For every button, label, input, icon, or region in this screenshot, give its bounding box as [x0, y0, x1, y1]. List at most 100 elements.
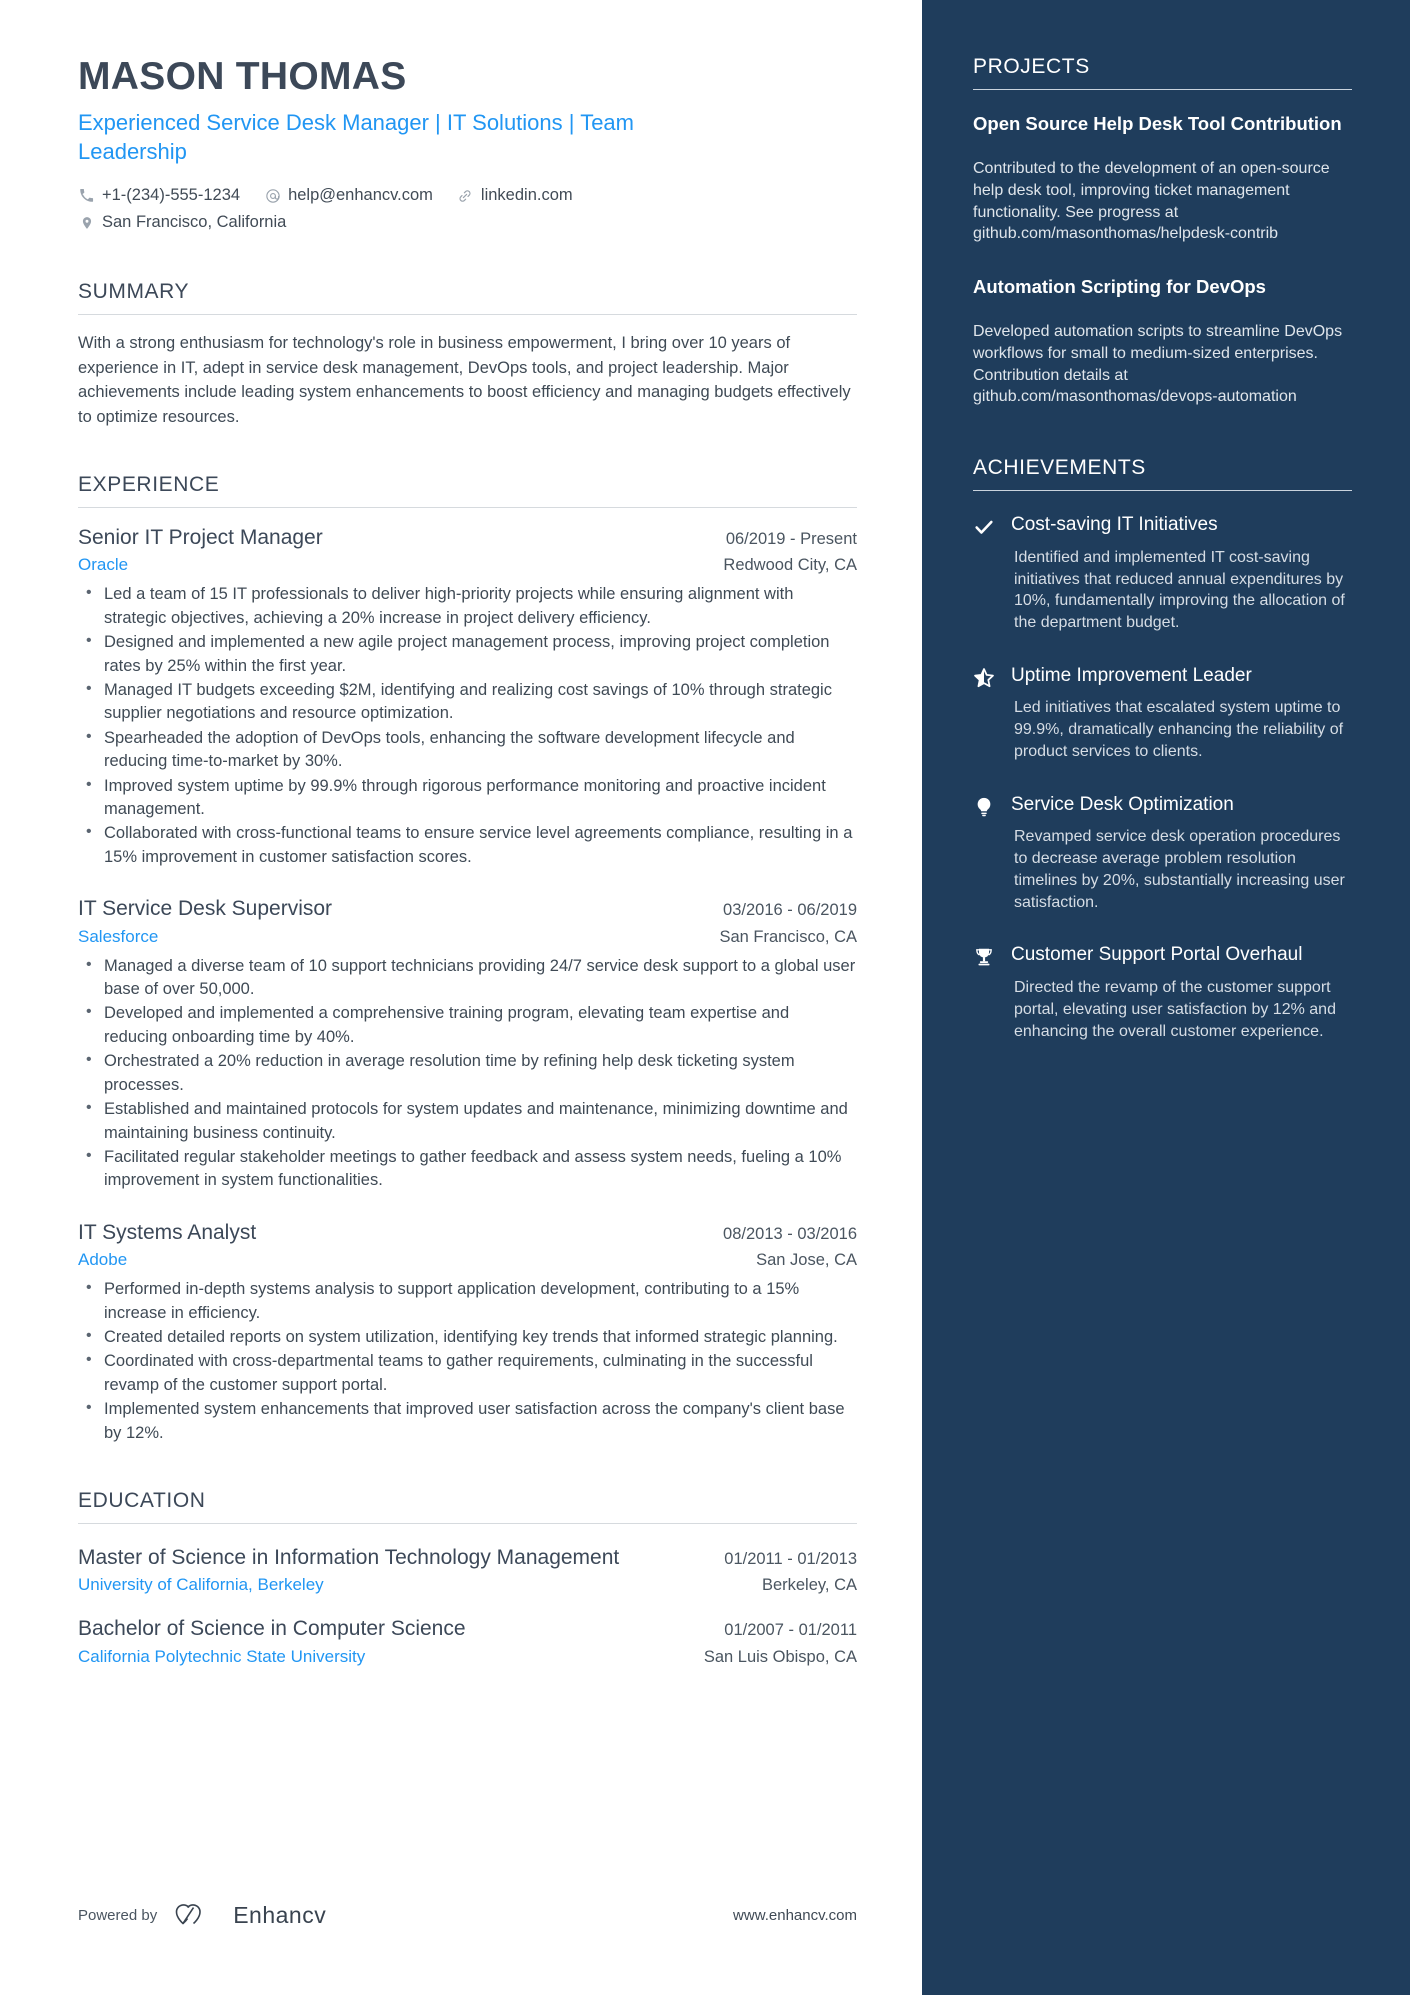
education-entry-subheader: University of California, Berkeley Berke…	[78, 1575, 857, 1595]
job-bullet-list: Performed in-depth systems analysis to s…	[78, 1277, 857, 1445]
phone-icon	[78, 187, 95, 204]
achievement-item: Cost-saving IT Initiatives Identified an…	[973, 513, 1352, 634]
achievement-description: Directed the revamp of the customer supp…	[1014, 979, 1336, 1040]
job-bullet: Performed in-depth systems analysis to s…	[78, 1277, 857, 1325]
professional-headline: Experienced Service Desk Manager | IT So…	[78, 109, 634, 164]
half-star-icon	[973, 664, 1011, 763]
job-bullet: Designed and implemented a new agile pro…	[78, 630, 857, 678]
powered-by-label: Powered by	[78, 1907, 158, 1924]
footer-website[interactable]: www.enhancv.com	[733, 1907, 857, 1924]
experience-section: EXPERIENCE Senior IT Project Manager 06/…	[78, 473, 857, 1445]
experience-entry-header: Senior IT Project Manager 06/2019 - Pres…	[78, 524, 857, 551]
education-section-title: EDUCATION	[78, 1489, 206, 1513]
experience-entry: IT Service Desk Supervisor 03/2016 - 06/…	[78, 895, 857, 1193]
experience-divider	[78, 506, 857, 508]
main-column: MASON THOMAS Experienced Service Desk Ma…	[0, 0, 915, 1995]
job-dates: 08/2013 - 03/2016	[723, 1224, 857, 1243]
experience-entry-subheader: Adobe San Jose, CA	[78, 1250, 857, 1270]
experience-entry: Senior IT Project Manager 06/2019 - Pres…	[78, 524, 857, 869]
contact-email-text: help@enhancv.com	[288, 185, 433, 204]
job-title: IT Systems Analyst	[78, 1220, 257, 1244]
achievements-divider	[973, 490, 1352, 492]
achievement-body: Service Desk Optimization Revamped servi…	[1011, 793, 1352, 914]
location-pin-icon	[78, 214, 95, 231]
project-description: Developed automation scripts to streamli…	[973, 323, 1343, 406]
job-bullet-list: Led a team of 15 IT professionals to del…	[78, 582, 857, 869]
school-location: San Luis Obispo, CA	[703, 1647, 857, 1666]
job-bullet: Developed and implemented a comprehensiv…	[78, 1001, 857, 1049]
summary-divider	[78, 314, 857, 316]
education-entry-subheader: California Polytechnic State University …	[78, 1647, 857, 1667]
summary-section: SUMMARY With a strong enthusiasm for tec…	[78, 280, 857, 429]
school-location: Berkeley, CA	[761, 1576, 857, 1595]
degree-title: Master of Science in Information Technol…	[78, 1546, 620, 1570]
school-name[interactable]: California Polytechnic State University	[78, 1647, 686, 1667]
achievement-body: Uptime Improvement Leader Led initiative…	[1011, 664, 1352, 763]
achievement-title: Service Desk Optimization	[1011, 793, 1234, 815]
job-bullet: Established and maintained protocols for…	[78, 1097, 857, 1145]
page-title: MASON THOMAS	[78, 55, 407, 98]
achievement-title: Cost-saving IT Initiatives	[1011, 514, 1218, 536]
job-bullet-list: Managed a diverse team of 10 support tec…	[78, 954, 857, 1193]
contact-linkedin[interactable]: linkedin.com	[457, 182, 573, 209]
company-name[interactable]: Oracle	[78, 555, 705, 575]
lightbulb-icon	[973, 793, 1011, 914]
achievements-section-title: ACHIEVEMENTS	[973, 456, 1146, 480]
experience-entry-header: IT Systems Analyst 08/2013 - 03/2016	[78, 1219, 857, 1246]
achievement-body: Customer Support Portal Overhaul Directe…	[1011, 943, 1352, 1042]
job-bullet: Managed IT budgets exceeding $2M, identi…	[78, 678, 857, 726]
degree-title: Bachelor of Science in Computer Science	[78, 1617, 466, 1641]
resume-page: MASON THOMAS Experienced Service Desk Ma…	[0, 0, 1410, 1995]
achievement-item: Uptime Improvement Leader Led initiative…	[973, 664, 1352, 763]
job-bullet: Improved system uptime by 99.9% through …	[78, 774, 857, 822]
email-icon	[264, 187, 281, 204]
degree-dates: 01/2007 - 01/2011	[724, 1621, 857, 1640]
job-location: San Jose, CA	[756, 1251, 857, 1270]
education-entry: Bachelor of Science in Computer Science …	[78, 1615, 857, 1666]
job-dates: 06/2019 - Present	[725, 529, 857, 548]
achievement-description: Revamped service desk operation procedur…	[1014, 828, 1345, 911]
education-entry: Master of Science in Information Technol…	[78, 1544, 857, 1595]
job-bullet: Orchestrated a 20% reduction in average …	[78, 1049, 857, 1097]
projects-divider	[973, 89, 1352, 90]
degree-dates: 01/2011 - 01/2013	[724, 1550, 857, 1569]
projects-section-title: PROJECTS	[973, 55, 1090, 78]
job-bullet: Managed a diverse team of 10 support tec…	[78, 954, 857, 1002]
job-dates: 03/2016 - 06/2019	[723, 901, 857, 920]
contact-row-location: San Francisco, California	[78, 209, 857, 236]
contact-info: +1-(234)-555-1234 help@enhancv.com linke…	[78, 182, 857, 236]
job-title: IT Service Desk Supervisor	[78, 897, 333, 921]
contact-phone[interactable]: +1-(234)-555-1234	[78, 182, 240, 209]
contact-phone-text: +1-(234)-555-1234	[102, 185, 241, 204]
contact-email[interactable]: help@enhancv.com	[264, 182, 433, 209]
job-bullet: Led a team of 15 IT professionals to del…	[78, 582, 857, 630]
job-title: Senior IT Project Manager	[78, 525, 323, 549]
footer-branding: Powered by Enhancv	[78, 1902, 326, 1929]
project-title: Automation Scripting for DevOps	[973, 276, 1266, 298]
trophy-icon	[973, 943, 1011, 1042]
education-entry-header: Bachelor of Science in Computer Science …	[78, 1615, 857, 1642]
project-item: Open Source Help Desk Tool Contribution …	[973, 112, 1352, 245]
experience-section-title: EXPERIENCE	[78, 472, 220, 496]
job-bullet: Facilitated regular stakeholder meetings…	[78, 1145, 857, 1193]
achievement-title: Uptime Improvement Leader	[1011, 664, 1252, 686]
experience-entry-header: IT Service Desk Supervisor 03/2016 - 06/…	[78, 895, 857, 922]
achievement-description: Led initiatives that escalated system up…	[1014, 699, 1344, 760]
school-name[interactable]: University of California, Berkeley	[78, 1575, 744, 1595]
project-item: Automation Scripting for DevOps Develope…	[973, 275, 1352, 408]
achievement-description: Identified and implemented IT cost-savin…	[1014, 548, 1345, 632]
achievements-section: ACHIEVEMENTS Cost-saving IT Initiatives …	[973, 456, 1352, 1042]
experience-entry-subheader: Oracle Redwood City, CA	[78, 555, 857, 575]
achievement-item: Service Desk Optimization Revamped servi…	[973, 793, 1352, 914]
project-description: Contributed to the development of an ope…	[973, 160, 1330, 243]
brand-name: Enhancv	[233, 1902, 327, 1928]
job-bullet: Created detailed reports on system utili…	[78, 1325, 857, 1349]
job-bullet: Collaborated with cross-functional teams…	[78, 821, 857, 869]
check-icon	[973, 513, 1011, 634]
enhancv-logo-icon	[173, 1903, 217, 1929]
company-name[interactable]: Adobe	[78, 1250, 738, 1270]
company-name[interactable]: Salesforce	[78, 927, 701, 947]
footer: Powered by Enhancv www.enhancv.com	[78, 1902, 857, 1929]
project-title: Open Source Help Desk Tool Contribution	[973, 113, 1342, 134]
achievement-item: Customer Support Portal Overhaul Directe…	[973, 943, 1352, 1042]
